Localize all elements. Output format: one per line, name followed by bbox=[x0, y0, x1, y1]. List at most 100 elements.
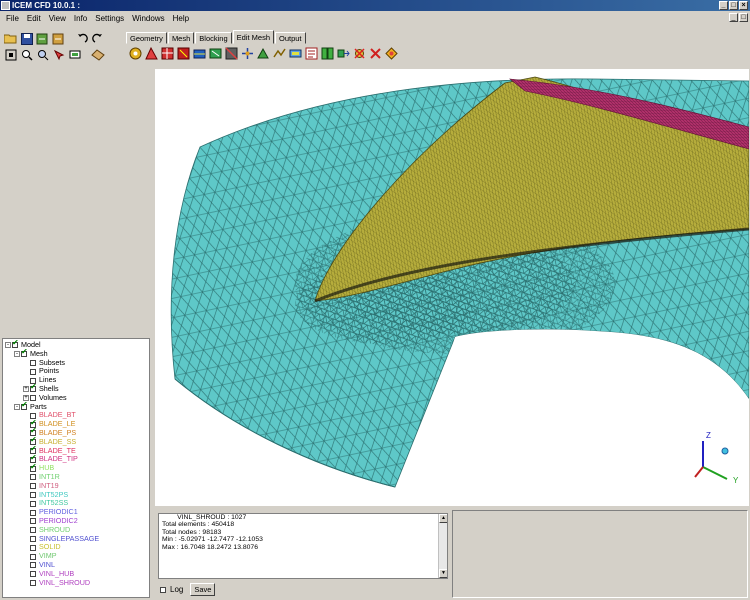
transform-icon[interactable] bbox=[256, 46, 271, 61]
visibility-checkbox[interactable] bbox=[30, 463, 37, 472]
smooth-hexa-icon[interactable] bbox=[176, 46, 191, 61]
edit-distribution-icon[interactable] bbox=[384, 46, 399, 61]
renumber-icon[interactable] bbox=[304, 46, 319, 61]
visibility-checkbox[interactable] bbox=[30, 395, 36, 402]
menu-settings[interactable]: Settings bbox=[91, 11, 128, 26]
title-bar: ICEM CFD 10.0.1 : _ □ × bbox=[0, 0, 750, 11]
visibility-checkbox[interactable] bbox=[30, 518, 36, 525]
visibility-checkbox[interactable] bbox=[30, 483, 36, 490]
visibility-checkbox[interactable] bbox=[30, 553, 36, 560]
message-scrollbar[interactable]: ▲ ▼ bbox=[438, 514, 447, 578]
move-nodes-icon[interactable] bbox=[240, 46, 255, 61]
minimize-button[interactable]: _ bbox=[719, 1, 728, 10]
tab-blocking[interactable]: Blocking bbox=[195, 32, 232, 44]
tree-item[interactable]: HUB bbox=[3, 463, 149, 473]
measure-icon[interactable] bbox=[35, 47, 50, 62]
log-checkbox[interactable] bbox=[160, 586, 166, 593]
tree-item[interactable]: BLADE_LE bbox=[3, 419, 149, 429]
visibility-checkbox[interactable] bbox=[12, 339, 19, 349]
tree-item[interactable]: BLADE_BT bbox=[3, 411, 149, 420]
save-button[interactable]: Save bbox=[190, 583, 216, 596]
visibility-checkbox[interactable] bbox=[21, 348, 28, 358]
collapse-icon[interactable]: - bbox=[14, 403, 20, 410]
menu-file[interactable]: File bbox=[2, 11, 23, 26]
tree-item[interactable]: +Shells bbox=[3, 383, 149, 394]
tab-mesh[interactable]: Mesh bbox=[167, 32, 195, 44]
tree-item[interactable]: INT52PS bbox=[3, 490, 149, 500]
graphics-viewport[interactable]: Z Y bbox=[155, 69, 749, 506]
menu-info[interactable]: Info bbox=[70, 11, 91, 26]
tree-item[interactable]: BLADE_SS bbox=[3, 436, 149, 447]
tree-item[interactable]: SINGLEPASSAGE bbox=[3, 534, 149, 544]
visibility-checkbox[interactable] bbox=[30, 474, 36, 481]
maximize-button[interactable]: □ bbox=[729, 1, 738, 10]
tab-output[interactable]: Output bbox=[275, 32, 306, 44]
tree-item[interactable]: Lines bbox=[3, 375, 149, 385]
display-icon[interactable] bbox=[67, 47, 82, 62]
mesh-view: Z Y bbox=[170, 76, 749, 506]
tree-item[interactable]: VIMP bbox=[3, 551, 149, 561]
open-icon[interactable] bbox=[3, 31, 18, 46]
delete-elements-icon[interactable] bbox=[368, 46, 383, 61]
bandwidth-icon[interactable] bbox=[320, 46, 335, 61]
display-quality-icon[interactable] bbox=[144, 46, 159, 61]
visibility-checkbox[interactable] bbox=[30, 491, 36, 498]
visibility-checkbox[interactable] bbox=[30, 527, 36, 534]
fit-icon[interactable] bbox=[3, 47, 18, 62]
visibility-checkbox[interactable] bbox=[21, 401, 28, 410]
visibility-checkbox[interactable] bbox=[30, 500, 36, 507]
check-mesh-icon[interactable] bbox=[128, 46, 143, 61]
tree-item[interactable]: BLADE_TIP bbox=[3, 454, 149, 464]
menu-edit[interactable]: Edit bbox=[23, 11, 45, 26]
tab-geometry[interactable]: Geometry bbox=[126, 32, 167, 44]
convert-icon[interactable] bbox=[272, 46, 287, 61]
repair-icon[interactable] bbox=[192, 46, 207, 61]
split-mesh-icon[interactable] bbox=[224, 46, 239, 61]
menu-view[interactable]: View bbox=[45, 11, 70, 26]
tree-item[interactable]: SOLID bbox=[3, 543, 149, 552]
tree-item[interactable]: -Parts bbox=[3, 401, 149, 412]
close-button[interactable]: × bbox=[739, 1, 748, 10]
adjust-thickness-icon[interactable] bbox=[288, 46, 303, 61]
visibility-checkbox[interactable] bbox=[30, 535, 36, 542]
visibility-checkbox[interactable] bbox=[30, 544, 36, 551]
tree-item[interactable]: VINL bbox=[3, 560, 149, 570]
tree-item[interactable]: INT1R bbox=[3, 472, 149, 482]
delete-nodes-icon[interactable] bbox=[352, 46, 367, 61]
visibility-checkbox[interactable] bbox=[30, 368, 36, 375]
save-icon[interactable] bbox=[19, 31, 34, 46]
zoom-icon[interactable] bbox=[19, 47, 34, 62]
visibility-checkbox[interactable] bbox=[30, 562, 36, 569]
refresh-icon[interactable] bbox=[90, 47, 105, 62]
pick-icon[interactable] bbox=[51, 47, 66, 62]
visibility-checkbox[interactable] bbox=[30, 383, 37, 393]
import-icon[interactable] bbox=[35, 31, 50, 46]
visibility-checkbox[interactable] bbox=[30, 571, 36, 578]
tree-item[interactable]: Points bbox=[3, 367, 149, 376]
visibility-checkbox[interactable] bbox=[30, 509, 36, 516]
collapse-icon[interactable]: - bbox=[5, 342, 11, 349]
scroll-down-icon[interactable]: ▼ bbox=[439, 569, 447, 578]
expand-icon[interactable]: + bbox=[23, 386, 29, 393]
menu-windows[interactable]: Windows bbox=[128, 11, 168, 26]
mdi-restore-button[interactable]: □ bbox=[739, 13, 748, 22]
tree-item[interactable]: PERIODIC2 bbox=[3, 516, 149, 526]
tree-item[interactable]: -Mesh bbox=[3, 348, 149, 359]
collapse-icon[interactable]: - bbox=[14, 351, 20, 358]
tree-item[interactable]: BLADE_PS bbox=[3, 427, 149, 438]
tree-item[interactable]: INT19 bbox=[3, 481, 149, 491]
tree-item[interactable]: VINL_SHROUD bbox=[3, 578, 149, 588]
visibility-checkbox[interactable] bbox=[30, 359, 36, 366]
merge-nodes-icon[interactable] bbox=[208, 46, 223, 61]
menu-help[interactable]: Help bbox=[169, 11, 193, 26]
visibility-checkbox[interactable] bbox=[30, 579, 36, 586]
mdi-minimize-button[interactable]: _ bbox=[729, 13, 738, 22]
redo-icon[interactable] bbox=[90, 31, 105, 46]
extrude-icon[interactable] bbox=[336, 46, 351, 61]
undo-icon[interactable] bbox=[74, 31, 89, 46]
export-icon[interactable] bbox=[51, 31, 66, 46]
smooth-icon[interactable] bbox=[160, 46, 175, 61]
tab-edit-mesh[interactable]: Edit Mesh bbox=[232, 30, 274, 44]
tree-item[interactable]: Subsets bbox=[3, 358, 149, 368]
scroll-up-icon[interactable]: ▲ bbox=[439, 514, 447, 523]
